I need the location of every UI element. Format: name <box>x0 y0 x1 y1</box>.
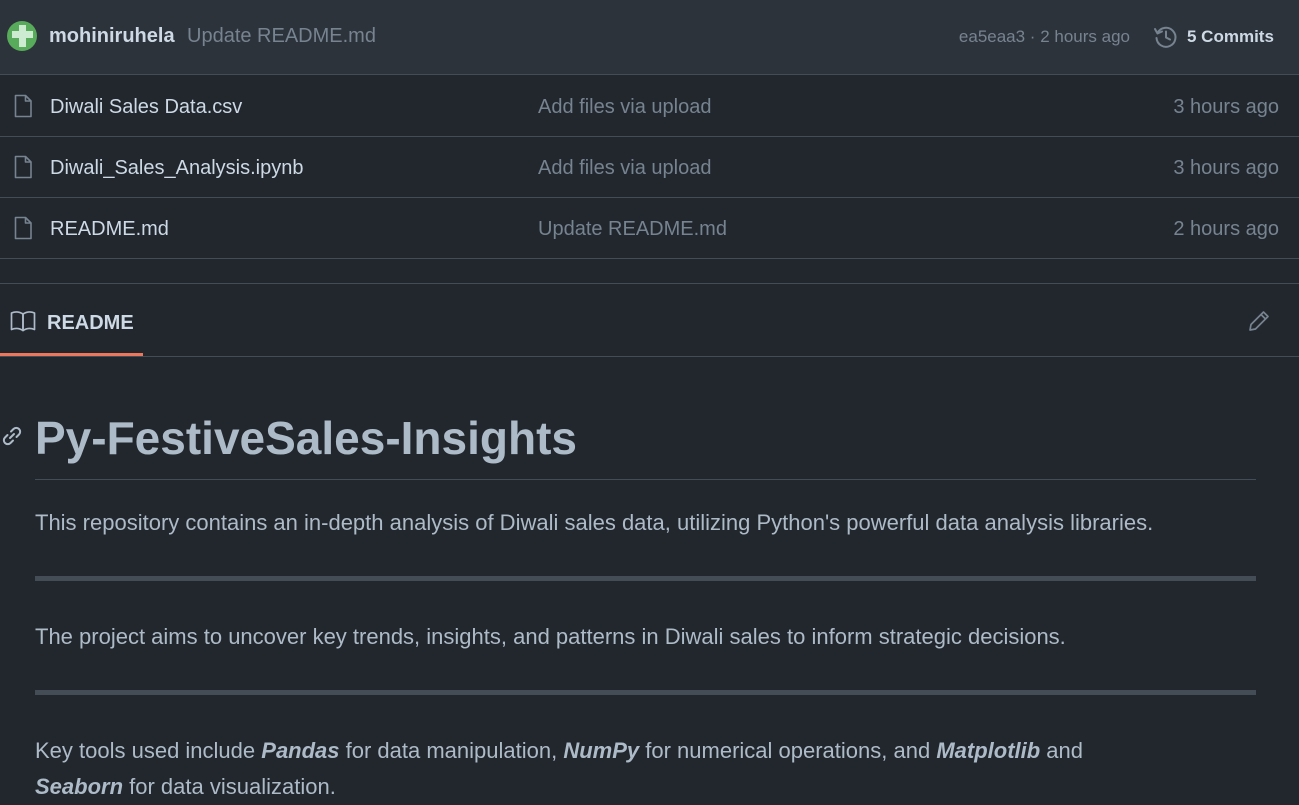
readme-paragraph: Key tools used include Pandas for data m… <box>35 733 1083 769</box>
file-commit-message[interactable]: Add files via upload <box>538 95 711 119</box>
file-updated-time: 2 hours ago <box>1173 218 1279 240</box>
tab-readme[interactable]: README <box>0 284 143 356</box>
horizontal-rule <box>35 576 1256 581</box>
text-fragment: for numerical operations, and <box>639 738 937 763</box>
text-fragment: for data manipulation, <box>339 738 564 763</box>
book-icon <box>10 311 36 332</box>
file-commit-message[interactable]: Add files via upload <box>538 156 711 180</box>
file-updated-time: 3 hours ago <box>1173 96 1279 118</box>
commits-history-link[interactable]: 5 Commits <box>1153 23 1274 51</box>
file-name[interactable]: Diwali_Sales_Analysis.ipynb <box>50 156 303 180</box>
library-numpy: NumPy <box>563 738 640 763</box>
readme-header: README <box>0 283 1299 357</box>
link-icon[interactable] <box>0 424 24 448</box>
pencil-icon[interactable] <box>1247 309 1271 333</box>
readme-tab-label: README <box>47 312 134 334</box>
file-name[interactable]: README.md <box>50 217 169 241</box>
avatar[interactable] <box>7 21 37 51</box>
file-name[interactable]: Diwali Sales Data.csv <box>50 95 242 119</box>
library-seaborn: Seaborn <box>35 774 124 799</box>
file-icon <box>14 155 32 179</box>
title-divider <box>35 479 1256 480</box>
readme-title: Py-FestiveSales-Insights <box>35 412 577 464</box>
readme-paragraph: The project aims to uncover key trends, … <box>35 624 1066 649</box>
library-pandas: Pandas <box>261 738 340 763</box>
file-commit-message[interactable]: Update README.md <box>538 217 727 241</box>
library-matplotlib: Matplotlib <box>936 738 1041 763</box>
file-row[interactable]: README.md Update README.md 2 hours ago <box>0 198 1299 259</box>
text-fragment: Key tools used include <box>35 738 262 763</box>
file-icon <box>14 94 32 118</box>
text-fragment: for data visualization. <box>123 774 336 799</box>
readme-paragraph: This repository contains an in-depth ana… <box>35 510 1154 535</box>
file-row[interactable]: Diwali Sales Data.csv Add files via uplo… <box>0 76 1299 137</box>
latest-commit-bar: mohiniruhela Update README.md ea5eaa3 · … <box>0 0 1299 75</box>
text-fragment: and <box>1040 738 1084 763</box>
file-icon <box>14 216 32 240</box>
file-row[interactable]: Diwali_Sales_Analysis.ipynb Add files vi… <box>0 137 1299 198</box>
readme-paragraph-continued: Seaborn for data visualization. <box>35 769 336 805</box>
history-icon <box>1154 26 1177 48</box>
commit-author[interactable]: mohiniruhela <box>49 24 175 48</box>
commit-meta[interactable]: ea5eaa3 · 2 hours ago <box>959 26 1130 48</box>
commits-count: 5 Commits <box>1187 27 1274 46</box>
file-updated-time: 3 hours ago <box>1173 157 1279 179</box>
horizontal-rule <box>35 690 1256 695</box>
commit-message[interactable]: Update README.md <box>187 24 376 48</box>
